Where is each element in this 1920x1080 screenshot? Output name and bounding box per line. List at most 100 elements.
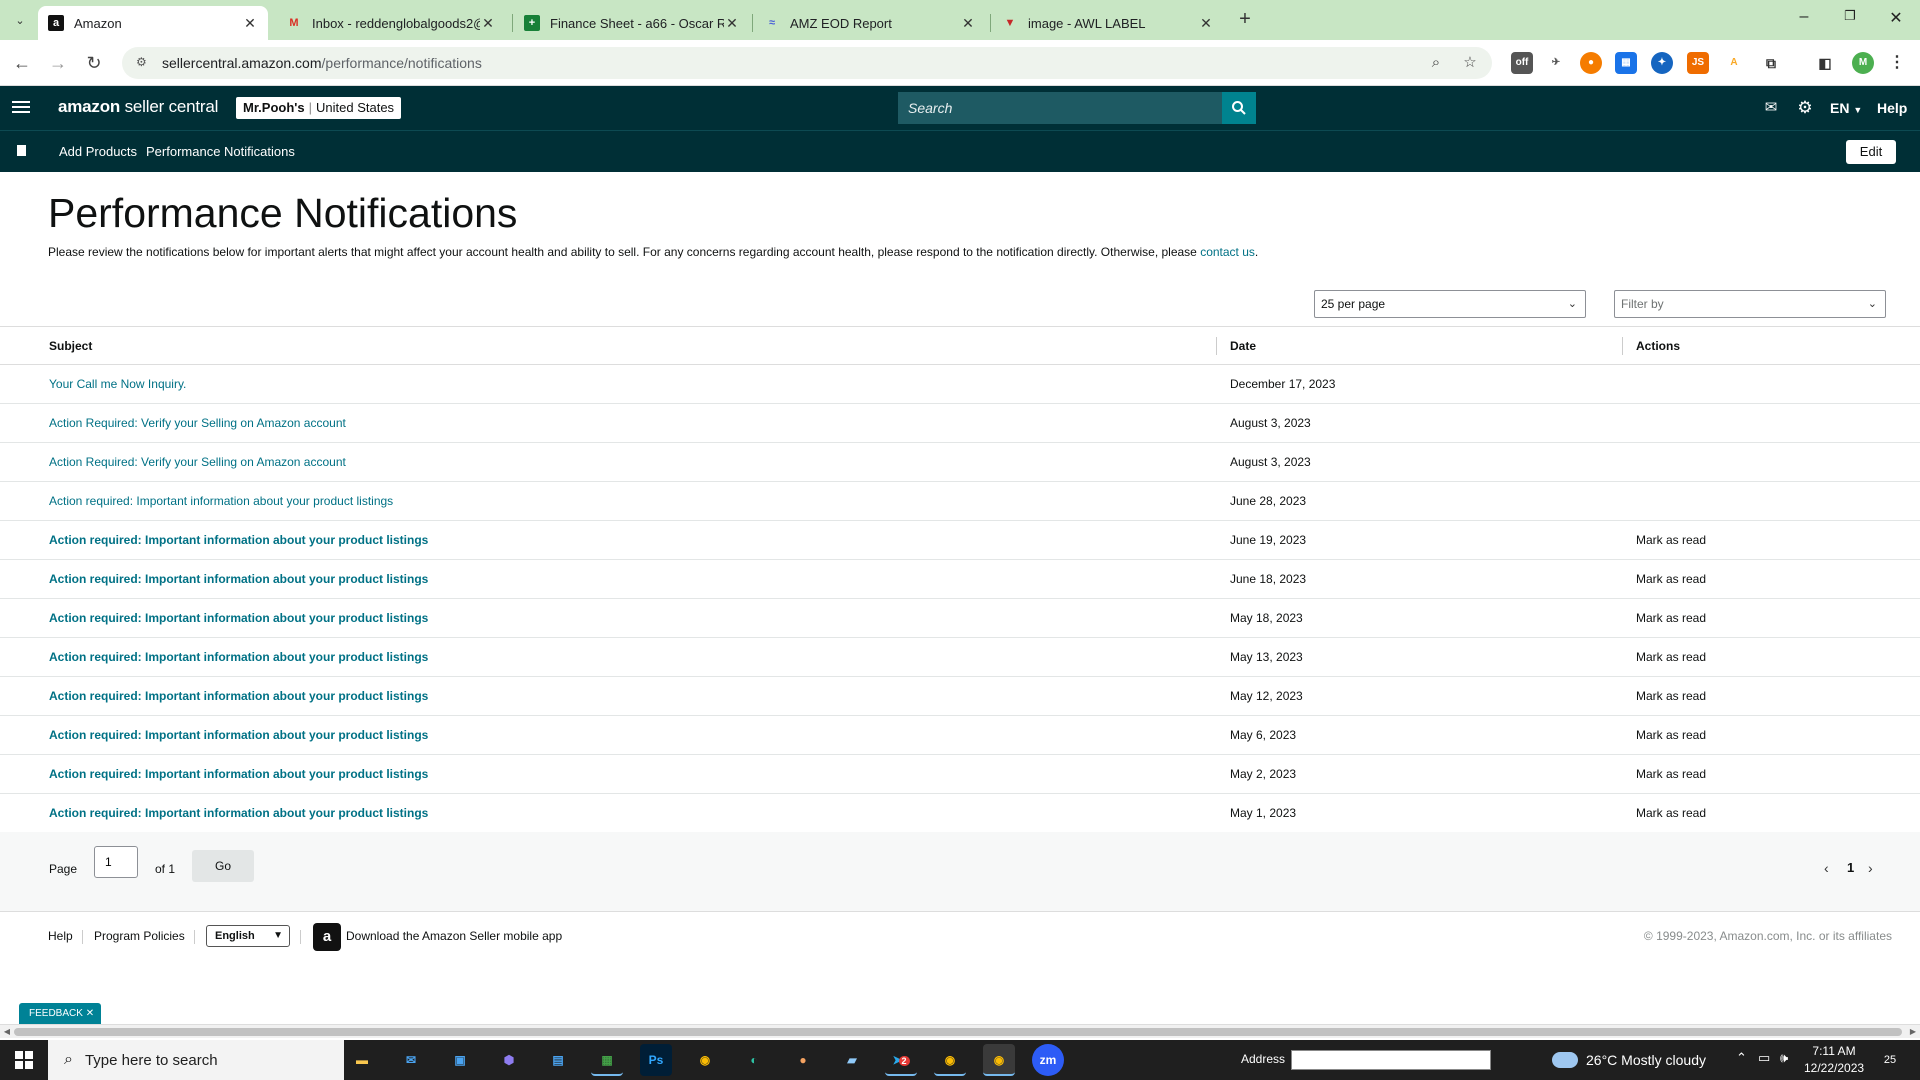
header-help-link[interactable]: Help	[1877, 97, 1907, 119]
notification-subject-link[interactable]: Your Call me Now Inquiry.	[49, 377, 186, 391]
minimize-window-icon[interactable]: –	[1792, 8, 1816, 32]
notification-center-icon[interactable]: 25	[1878, 1048, 1902, 1072]
extension-compass-icon[interactable]: ✦	[1651, 52, 1673, 74]
tab-amz-eod-report[interactable]: ≈ AMZ EOD Report ✕	[754, 6, 986, 40]
weather-widget[interactable]: 26°C Mostly cloudy	[1552, 1040, 1706, 1080]
notification-subject-link[interactable]: Action required: Important information a…	[49, 494, 393, 508]
mark-as-read-link[interactable]: Mark as read	[1636, 728, 1706, 742]
notification-subject-link[interactable]: Action required: Important information a…	[49, 767, 428, 781]
close-tab-icon[interactable]: ✕	[480, 15, 496, 32]
feedback-button[interactable]: FEEDBACK ✕	[19, 1003, 102, 1024]
chrome-active-icon[interactable]: ◉	[983, 1044, 1015, 1076]
search-input[interactable]	[898, 92, 1222, 124]
program-policies-link[interactable]: Program Policies	[94, 929, 185, 943]
current-page-number[interactable]: 1	[1847, 860, 1854, 875]
filter-select[interactable]: Filter by ⌄	[1614, 290, 1886, 318]
nav-add-products[interactable]: Add Products	[59, 144, 137, 159]
notification-subject-link[interactable]: Action required: Important information a…	[49, 572, 428, 586]
tab-search-chevron-icon[interactable]: ⌄	[8, 8, 32, 32]
edit-bookmarks-button[interactable]: Edit	[1846, 140, 1896, 164]
scroll-right-arrow-icon[interactable]: ▶	[1906, 1025, 1920, 1039]
notification-subject-link[interactable]: Action required: Important information a…	[49, 806, 428, 820]
mark-as-read-link[interactable]: Mark as read	[1636, 650, 1706, 664]
back-arrow-icon[interactable]: ←	[10, 51, 34, 75]
mail-app-icon[interactable]: ✉	[395, 1044, 427, 1076]
notification-subject-link[interactable]: Action Required: Verify your Selling on …	[49, 455, 346, 469]
address-toolbar-input[interactable]	[1291, 1050, 1491, 1070]
calculator-app-icon[interactable]: ▦	[591, 1044, 623, 1076]
extensions-puzzle-icon[interactable]: ⧉	[1760, 52, 1782, 74]
restore-window-icon[interactable]: ❐	[1838, 8, 1862, 32]
go-button[interactable]: Go	[192, 850, 254, 882]
account-switcher[interactable]: Mr.Pooh's | United States	[236, 97, 402, 119]
search-button[interactable]	[1222, 92, 1256, 124]
tab-awl-label[interactable]: ▼ image - AWL LABEL ✕	[992, 6, 1224, 40]
pet-app-icon[interactable]: ●	[787, 1044, 819, 1076]
taskbar-search[interactable]: ⌕ Type here to search	[48, 1040, 344, 1080]
browser-menu-icon[interactable]: ⋮	[1886, 52, 1908, 74]
hexagon-app-icon[interactable]: ⬢	[493, 1044, 525, 1076]
settings-gear-icon[interactable]: ⚙	[1796, 97, 1814, 119]
notes-app-icon[interactable]: ▰	[836, 1044, 868, 1076]
close-tab-icon[interactable]: ✕	[724, 15, 740, 32]
notification-subject-link[interactable]: Action Required: Verify your Selling on …	[49, 416, 346, 430]
store-app-icon[interactable]: ▣	[444, 1044, 476, 1076]
start-button[interactable]	[0, 1040, 48, 1080]
seller-central-logo[interactable]: amazon seller central	[58, 97, 218, 117]
reload-icon[interactable]: ↻	[82, 51, 106, 75]
site-info-icon[interactable]: ⚙	[136, 55, 152, 71]
tab-finance-sheet[interactable]: + Finance Sheet - a66 - Oscar Re ✕	[514, 6, 750, 40]
volume-icon[interactable]: 🕪	[1780, 1050, 1788, 1066]
extension-blue-icon[interactable]: ▦	[1615, 52, 1637, 74]
notification-subject-link[interactable]: Action required: Important information a…	[49, 650, 428, 664]
notification-subject-link[interactable]: Action required: Important information a…	[49, 533, 428, 547]
file-explorer-icon[interactable]: ▬	[346, 1044, 378, 1076]
mark-as-read-link[interactable]: Mark as read	[1636, 806, 1706, 820]
hamburger-menu-icon[interactable]	[12, 98, 30, 118]
mark-as-read-link[interactable]: Mark as read	[1636, 533, 1706, 547]
mark-as-read-link[interactable]: Mark as read	[1636, 767, 1706, 781]
close-feedback-icon[interactable]: ✕	[86, 1008, 94, 1019]
chrome-profile-m-icon[interactable]: ◉	[934, 1044, 966, 1076]
mail-icon[interactable]: ✉	[1762, 97, 1780, 119]
extension-plane-icon[interactable]: ✈	[1545, 52, 1567, 74]
mark-as-read-link[interactable]: Mark as read	[1636, 611, 1706, 625]
language-selector[interactable]: EN ▼	[1830, 97, 1862, 121]
page-number-input[interactable]	[94, 846, 138, 878]
horizontal-scrollbar[interactable]: ◀ ▶	[0, 1024, 1920, 1038]
photoshop-icon[interactable]: Ps	[640, 1044, 672, 1076]
extension-off-icon[interactable]: off	[1511, 52, 1533, 74]
close-tab-icon[interactable]: ✕	[960, 15, 976, 32]
tab-gmail-inbox[interactable]: M Inbox - reddenglobalgoods2@ ✕	[276, 6, 506, 40]
contact-us-link[interactable]: contact us	[1200, 245, 1255, 259]
zoom-app-icon[interactable]: zm	[1032, 1044, 1064, 1076]
bookmark-icon[interactable]	[17, 145, 26, 156]
address-bar[interactable]: ⚙ sellercentral.amazon.com/performance/n…	[122, 47, 1492, 79]
forward-arrow-icon[interactable]: →	[46, 51, 70, 75]
nav-performance-notifications[interactable]: Performance Notifications	[146, 144, 295, 159]
edge-icon[interactable]: ◐	[738, 1044, 770, 1076]
remote-desktop-icon[interactable]: ▤	[542, 1044, 574, 1076]
extension-js-icon[interactable]: JS	[1687, 52, 1709, 74]
mark-as-read-link[interactable]: Mark as read	[1636, 689, 1706, 703]
system-clock[interactable]: 7:11 AM 12/22/2023	[1804, 1043, 1864, 1077]
scroll-left-arrow-icon[interactable]: ◀	[0, 1025, 14, 1039]
per-page-select[interactable]: 25 per page ⌄	[1314, 290, 1586, 318]
new-tab-plus-icon[interactable]: +	[1233, 8, 1257, 32]
side-panel-icon[interactable]: ◧	[1814, 52, 1836, 74]
scrollbar-thumb[interactable]	[14, 1028, 1902, 1036]
notification-subject-link[interactable]: Action required: Important information a…	[49, 611, 428, 625]
telegram-icon[interactable]: ➤2	[885, 1044, 917, 1076]
close-tab-icon[interactable]: ✕	[242, 15, 258, 32]
network-icon[interactable]: ▭	[1758, 1050, 1770, 1066]
footer-help-link[interactable]: Help	[48, 929, 73, 943]
mark-as-read-link[interactable]: Mark as read	[1636, 572, 1706, 586]
bookmark-star-icon[interactable]: ☆	[1458, 47, 1482, 79]
amazon-seller-app-icon[interactable]: a	[313, 923, 341, 951]
download-app-link[interactable]: Download the Amazon Seller mobile app	[346, 929, 562, 943]
footer-language-select[interactable]: English ▼	[206, 925, 290, 947]
previous-page-chevron-icon[interactable]: ‹	[1824, 860, 1829, 876]
chrome-icon[interactable]: ◉	[689, 1044, 721, 1076]
extension-translate-icon[interactable]: A	[1723, 52, 1745, 74]
close-window-icon[interactable]: ✕	[1884, 8, 1908, 32]
